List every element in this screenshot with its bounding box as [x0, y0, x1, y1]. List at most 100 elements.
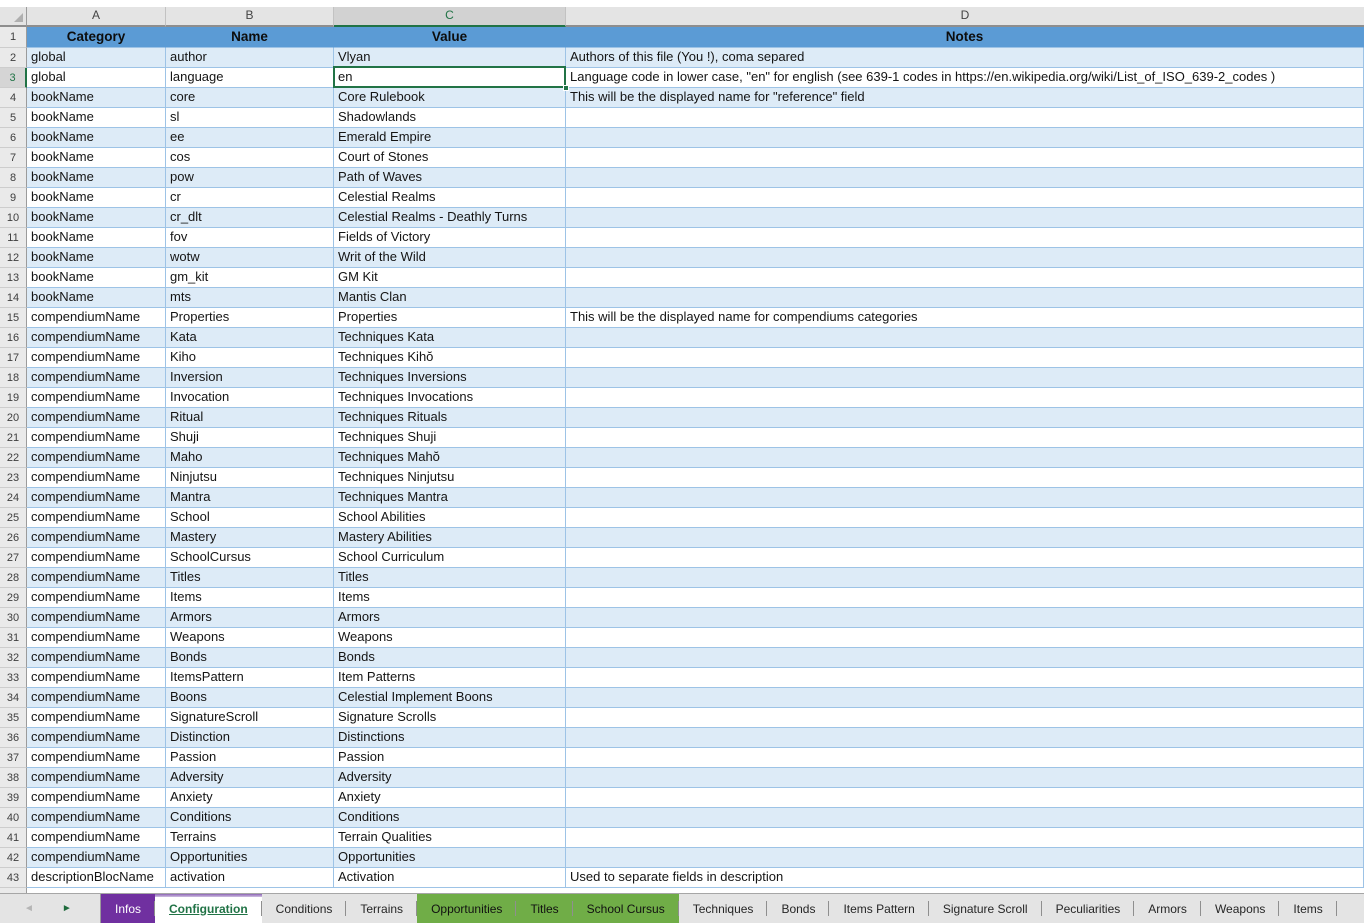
cell-A3[interactable]: global	[27, 68, 166, 88]
row-header-28[interactable]: 28	[0, 568, 27, 588]
cell-D10[interactable]	[566, 208, 1364, 228]
cell-B24[interactable]: Mantra	[166, 488, 334, 508]
cell-B19[interactable]: Invocation	[166, 388, 334, 408]
cell-B12[interactable]: wotw	[166, 248, 334, 268]
row-header-8[interactable]: 8	[0, 168, 27, 188]
header-cell-name[interactable]: Name	[166, 27, 334, 48]
cell-C2[interactable]: Vlyan	[334, 48, 566, 68]
cell-D29[interactable]	[566, 588, 1364, 608]
row-header-9[interactable]: 9	[0, 188, 27, 208]
row-header-14[interactable]: 14	[0, 288, 27, 308]
cell-B20[interactable]: Ritual	[166, 408, 334, 428]
cell-B35[interactable]: SignatureScroll	[166, 708, 334, 728]
cell-C18[interactable]: Techniques Inversions	[334, 368, 566, 388]
cell-A24[interactable]: compendiumName	[27, 488, 166, 508]
cell-B36[interactable]: Distinction	[166, 728, 334, 748]
row-header-23[interactable]: 23	[0, 468, 27, 488]
cell-A40[interactable]: compendiumName	[27, 808, 166, 828]
row-header-29[interactable]: 29	[0, 588, 27, 608]
row-header-1[interactable]: 1	[0, 27, 27, 48]
sheet-tab-infos[interactable]: Infos	[101, 894, 155, 923]
header-cell-notes[interactable]: Notes	[566, 27, 1364, 48]
cell-D24[interactable]	[566, 488, 1364, 508]
cell-D12[interactable]	[566, 248, 1364, 268]
cell-C11[interactable]: Fields of Victory	[334, 228, 566, 248]
cell-C10[interactable]: Celestial Realms - Deathly Turns	[334, 208, 566, 228]
cell-C5[interactable]: Shadowlands	[334, 108, 566, 128]
cell-B17[interactable]: Kiho	[166, 348, 334, 368]
row-header-19[interactable]: 19	[0, 388, 27, 408]
row-header-37[interactable]: 37	[0, 748, 27, 768]
cell-A25[interactable]: compendiumName	[27, 508, 166, 528]
cell-A16[interactable]: compendiumName	[27, 328, 166, 348]
row-header-12[interactable]: 12	[0, 248, 27, 268]
cell-C37[interactable]: Passion	[334, 748, 566, 768]
row-header-31[interactable]: 31	[0, 628, 27, 648]
cell-B11[interactable]: fov	[166, 228, 334, 248]
row-header-5[interactable]: 5	[0, 108, 27, 128]
cell-D7[interactable]	[566, 148, 1364, 168]
cell-A7[interactable]: bookName	[27, 148, 166, 168]
tab-scroll-left-icon[interactable]: ◄	[24, 904, 34, 914]
row-header-26[interactable]: 26	[0, 528, 27, 548]
cell-B14[interactable]: mts	[166, 288, 334, 308]
cell-C21[interactable]: Techniques Shuji	[334, 428, 566, 448]
cell-B29[interactable]: Items	[166, 588, 334, 608]
cell-D43[interactable]: Used to separate fields in description	[566, 868, 1364, 888]
row-header-33[interactable]: 33	[0, 668, 27, 688]
cell-A37[interactable]: compendiumName	[27, 748, 166, 768]
cell-C24[interactable]: Techniques Mantra	[334, 488, 566, 508]
cell-A2[interactable]: global	[27, 48, 166, 68]
cell-B13[interactable]: gm_kit	[166, 268, 334, 288]
cell-B37[interactable]: Passion	[166, 748, 334, 768]
cell-C13[interactable]: GM Kit	[334, 268, 566, 288]
sheet-tab-items[interactable]: Items	[1279, 894, 1336, 923]
row-header-20[interactable]: 20	[0, 408, 27, 428]
row-header-36[interactable]: 36	[0, 728, 27, 748]
cell-A14[interactable]: bookName	[27, 288, 166, 308]
cell-A29[interactable]: compendiumName	[27, 588, 166, 608]
cell-B32[interactable]: Bonds	[166, 648, 334, 668]
sheet-tab-techniques[interactable]: Techniques	[679, 894, 768, 923]
cell-D38[interactable]	[566, 768, 1364, 788]
cell-B33[interactable]: ItemsPattern	[166, 668, 334, 688]
row-header-2[interactable]: 2	[0, 48, 27, 68]
cell-C29[interactable]: Items	[334, 588, 566, 608]
cell-B9[interactable]: cr	[166, 188, 334, 208]
cell-C25[interactable]: School Abilities	[334, 508, 566, 528]
cell-D34[interactable]	[566, 688, 1364, 708]
cell-A43[interactable]: descriptionBlocName	[27, 868, 166, 888]
row-header-27[interactable]: 27	[0, 548, 27, 568]
cell-B4[interactable]: core	[166, 88, 334, 108]
cell-C8[interactable]: Path of Waves	[334, 168, 566, 188]
select-all-corner[interactable]	[0, 7, 27, 27]
cell-B21[interactable]: Shuji	[166, 428, 334, 448]
cell-A36[interactable]: compendiumName	[27, 728, 166, 748]
cell-A19[interactable]: compendiumName	[27, 388, 166, 408]
cell-D8[interactable]	[566, 168, 1364, 188]
cell-D14[interactable]	[566, 288, 1364, 308]
cell-B25[interactable]: School	[166, 508, 334, 528]
row-header-22[interactable]: 22	[0, 448, 27, 468]
row-header-38[interactable]: 38	[0, 768, 27, 788]
cell-B43[interactable]: activation	[166, 868, 334, 888]
cell-B16[interactable]: Kata	[166, 328, 334, 348]
row-header-39[interactable]: 39	[0, 788, 27, 808]
cell-C42[interactable]: Opportunities	[334, 848, 566, 868]
cell-C12[interactable]: Writ of the Wild	[334, 248, 566, 268]
cell-C43[interactable]: Activation	[334, 868, 566, 888]
cell-D11[interactable]	[566, 228, 1364, 248]
row-header-21[interactable]: 21	[0, 428, 27, 448]
cell-B34[interactable]: Boons	[166, 688, 334, 708]
cell-D6[interactable]	[566, 128, 1364, 148]
cell-A13[interactable]: bookName	[27, 268, 166, 288]
cell-D20[interactable]	[566, 408, 1364, 428]
cell-B15[interactable]: Properties	[166, 308, 334, 328]
cell-C23[interactable]: Techniques Ninjutsu	[334, 468, 566, 488]
cell-C19[interactable]: Techniques Invocations	[334, 388, 566, 408]
cell-A12[interactable]: bookName	[27, 248, 166, 268]
fill-handle[interactable]	[563, 85, 569, 91]
cell-D23[interactable]	[566, 468, 1364, 488]
cell-A20[interactable]: compendiumName	[27, 408, 166, 428]
row-header-10[interactable]: 10	[0, 208, 27, 228]
